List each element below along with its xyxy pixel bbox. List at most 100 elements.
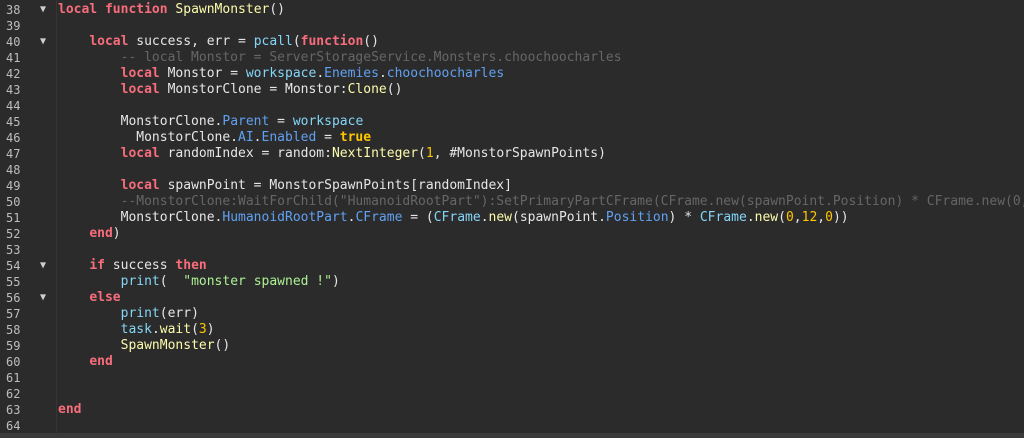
line-number: 63 <box>6 403 21 417</box>
code-line[interactable]: 46 MonstorClone.AI.Enabled = true <box>0 130 1024 146</box>
code-token: . <box>253 130 262 145</box>
code-token: new <box>754 210 779 225</box>
code-text: else <box>58 290 120 306</box>
code-token: = <box>316 130 340 145</box>
code-token: then <box>175 258 207 273</box>
code-line[interactable]: 42 local Monstor = workspace.Enemies.cho… <box>0 66 1024 82</box>
code-token: --MonstorClone:WaitForChild("HumanoidRoo… <box>58 194 1024 209</box>
code-token: , #MonstorSpawnPoints) <box>433 146 606 161</box>
line-number: 55 <box>6 275 21 289</box>
code-token: end <box>58 402 82 417</box>
fold-arrow-icon[interactable]: ▼ <box>40 35 50 49</box>
code-token: = ( <box>402 210 434 225</box>
code-line[interactable]: 41 -- local Monstor = ServerStorageServi… <box>0 50 1024 66</box>
code-line[interactable]: 56 ▼ else <box>0 290 1024 306</box>
code-line[interactable]: 64 <box>0 418 1024 434</box>
code-token: . <box>316 66 325 81</box>
code-token: ( <box>191 322 199 337</box>
code-token: Parent <box>222 114 270 129</box>
code-token: choochoocharles <box>386 66 505 81</box>
code-text: local spawnPoint = MonstorSpawnPoints[ra… <box>58 178 512 194</box>
line-number: 43 <box>6 83 21 97</box>
line-number: 64 <box>6 419 21 433</box>
line-number: 60 <box>6 355 21 369</box>
line-number: 41 <box>6 51 21 65</box>
code-text: local success, err = pcall(function() <box>58 34 379 50</box>
line-number: 38 <box>6 3 21 17</box>
code-token: -- local Monstor = ServerStorageService.… <box>58 50 622 65</box>
code-line[interactable]: 57 print(err) <box>0 306 1024 322</box>
code-token: MonstorClone = Monstor: <box>159 82 348 97</box>
line-number: 51 <box>6 211 21 225</box>
code-token: end <box>89 226 113 241</box>
code-token: 0 <box>785 210 794 225</box>
code-text: --MonstorClone:WaitForChild("HumanoidRoo… <box>58 194 1024 210</box>
code-token: . <box>151 322 160 337</box>
fold-arrow-icon[interactable]: ▼ <box>40 3 50 17</box>
code-line[interactable]: 51 MonstorClone.HumanoidRootPart.CFrame … <box>0 210 1024 226</box>
editor-bottom-bar <box>0 433 1024 438</box>
code-line[interactable]: 47 local randomIndex = random:NextIntege… <box>0 146 1024 162</box>
code-token: local <box>89 34 129 49</box>
code-line[interactable]: 54 ▼ if success then <box>0 258 1024 274</box>
line-number: 59 <box>6 339 21 353</box>
code-token: CFrame <box>699 210 747 225</box>
code-text: local Monstor = workspace.Enemies.chooch… <box>58 66 505 82</box>
fold-arrow-icon[interactable]: ▼ <box>40 259 50 273</box>
line-number: 61 <box>6 371 21 385</box>
code-line[interactable]: 39 <box>0 18 1024 34</box>
fold-arrow-icon[interactable]: ▼ <box>40 291 50 305</box>
code-line[interactable]: 60 end <box>0 354 1024 370</box>
code-line[interactable]: 63 end <box>0 402 1024 418</box>
code-token: () <box>386 82 403 97</box>
code-token: MonstorClone. <box>58 210 223 225</box>
code-text: MonstorClone.AI.Enabled = true <box>58 130 371 146</box>
code-token: ( <box>292 34 301 49</box>
code-token: )) <box>832 210 849 225</box>
code-token: function <box>300 34 364 49</box>
code-text: -- local Monstor = ServerStorageService.… <box>58 50 622 66</box>
code-line[interactable]: 45 MonstorClone.Parent = workspace <box>0 114 1024 130</box>
line-number: 57 <box>6 307 21 321</box>
code-line[interactable]: 44 <box>0 98 1024 114</box>
code-token: success, err = <box>128 34 254 49</box>
code-token: AI <box>238 130 254 145</box>
code-line[interactable]: 50 --MonstorClone:WaitForChild("Humanoid… <box>0 194 1024 210</box>
code-token: (err) <box>159 306 199 321</box>
code-line[interactable]: 61 <box>0 370 1024 386</box>
code-line[interactable]: 43 local MonstorClone = Monstor:Clone() <box>0 82 1024 98</box>
line-number: 45 <box>6 115 21 129</box>
code-text: print(err) <box>58 306 199 322</box>
code-line[interactable]: 58 task.wait(3) <box>0 322 1024 338</box>
code-token: () <box>214 338 231 353</box>
code-text: SpawnMonster() <box>58 338 231 354</box>
code-token: ) <box>331 274 340 289</box>
code-line[interactable]: 55 print( "monster spawned !") <box>0 274 1024 290</box>
code-line[interactable]: 53 <box>0 242 1024 258</box>
code-token: (spawnPoint. <box>512 210 606 225</box>
code-text: MonstorClone.HumanoidRootPart.CFrame = (… <box>58 210 849 226</box>
code-line[interactable]: 62 <box>0 386 1024 402</box>
code-token: function <box>104 2 168 17</box>
line-number: 46 <box>6 131 21 145</box>
code-token: new <box>488 210 512 225</box>
code-token: 12 <box>801 210 818 225</box>
code-line[interactable]: 40 ▼ local success, err = pcall(function(… <box>0 34 1024 50</box>
code-line[interactable]: 52 end) <box>0 226 1024 242</box>
code-line[interactable]: 38 ▼ local function SpawnMonster() <box>0 2 1024 18</box>
line-number: 53 <box>6 243 21 257</box>
code-line[interactable]: 48 <box>0 162 1024 178</box>
line-number: 48 <box>6 163 21 177</box>
code-token: local <box>120 146 160 161</box>
code-editor[interactable]: 38 ▼ local function SpawnMonster() 39 40 ▼ lo… <box>0 0 1024 433</box>
code-line[interactable]: 59 SpawnMonster() <box>0 338 1024 354</box>
code-text: print( "monster spawned !") <box>58 274 340 290</box>
code-line[interactable]: 49 local spawnPoint = MonstorSpawnPoints… <box>0 178 1024 194</box>
code-text: end) <box>58 226 120 242</box>
